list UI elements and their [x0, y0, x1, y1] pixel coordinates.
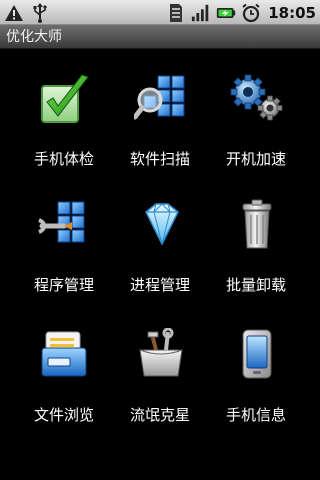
app-title-bar: 优化大师	[0, 25, 320, 49]
tile-rogue-killer[interactable]: 流氓克星	[112, 306, 208, 424]
battery-charging-icon	[216, 3, 236, 23]
magnifier-blocks-icon	[132, 72, 188, 126]
diamond-icon	[134, 198, 188, 252]
program-manager-icon	[38, 198, 92, 252]
file-folder-icon	[38, 328, 92, 382]
trash-can-icon	[230, 198, 284, 252]
status-bar: 18:05	[0, 0, 320, 25]
checkmark-icon	[38, 72, 92, 126]
tile-boot-speedup[interactable]: 开机加速	[208, 50, 304, 168]
tile-label: 软件扫描	[129, 150, 190, 168]
tile-label: 进程管理	[129, 276, 190, 294]
app-title: 优化大师	[6, 29, 62, 45]
tile-label: 流氓克星	[129, 406, 190, 424]
tile-label: 程序管理	[33, 276, 94, 294]
tile-software-scan[interactable]: 软件扫描	[112, 50, 208, 168]
tile-program-management[interactable]: 程序管理	[16, 176, 112, 294]
status-clock: 18:05	[268, 3, 316, 22]
tile-label: 手机体检	[33, 150, 94, 168]
tile-label: 手机信息	[225, 406, 286, 424]
sim-card-icon	[166, 3, 186, 23]
phone-info-icon	[230, 328, 284, 382]
tile-label: 批量卸载	[225, 276, 286, 294]
tile-file-browser[interactable]: 文件浏览	[16, 306, 112, 424]
gears-icon	[230, 72, 284, 126]
tile-phone-info[interactable]: 手机信息	[208, 306, 304, 424]
warning-icon	[4, 3, 24, 23]
signal-bars-icon	[191, 3, 211, 23]
tile-label: 开机加速	[225, 150, 286, 168]
tile-process-management[interactable]: 进程管理	[112, 176, 208, 294]
tile-label: 文件浏览	[33, 406, 94, 424]
tile-batch-uninstall[interactable]: 批量卸载	[208, 176, 304, 294]
tile-phone-checkup[interactable]: 手机体检	[16, 50, 112, 168]
usb-icon	[30, 2, 50, 23]
alarm-clock-icon	[241, 3, 261, 23]
toolbox-icon	[134, 327, 188, 382]
